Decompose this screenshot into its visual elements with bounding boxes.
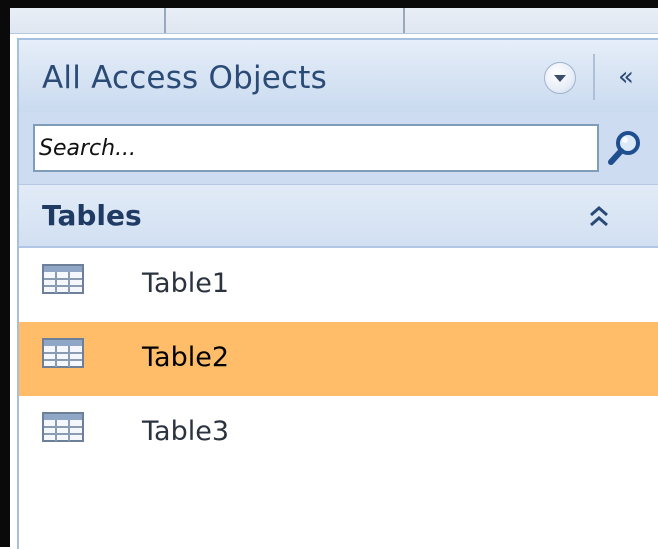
search-bar (19, 112, 658, 184)
navigation-pane: All Access Objects « Tables (17, 38, 658, 549)
item-label: Table1 (142, 268, 229, 299)
table-icon (42, 264, 90, 298)
header-separator (593, 54, 595, 100)
list-item-table3[interactable]: Table3 (19, 396, 658, 470)
list-item-table1[interactable]: Table1 (19, 248, 658, 322)
ribbon-tab-strip (10, 8, 658, 34)
collapse-group-icon[interactable] (579, 199, 619, 235)
group-header-tables[interactable]: Tables (19, 184, 658, 248)
item-label: Table3 (142, 416, 229, 447)
navigation-pane-header: All Access Objects « (19, 40, 658, 112)
navigation-pane-title[interactable]: All Access Objects (42, 60, 327, 96)
list-item-table2[interactable]: Table2 (19, 322, 658, 396)
item-label: Table2 (142, 342, 229, 373)
search-icon[interactable] (605, 126, 645, 170)
shutter-bar-close-icon[interactable]: « (609, 62, 643, 92)
tab-divider (164, 8, 166, 33)
tab-divider (403, 8, 405, 33)
group-label: Tables (42, 199, 142, 232)
search-input[interactable] (33, 124, 599, 172)
category-dropdown-icon[interactable] (544, 62, 576, 94)
table-icon (42, 338, 90, 372)
table-icon (42, 412, 90, 446)
